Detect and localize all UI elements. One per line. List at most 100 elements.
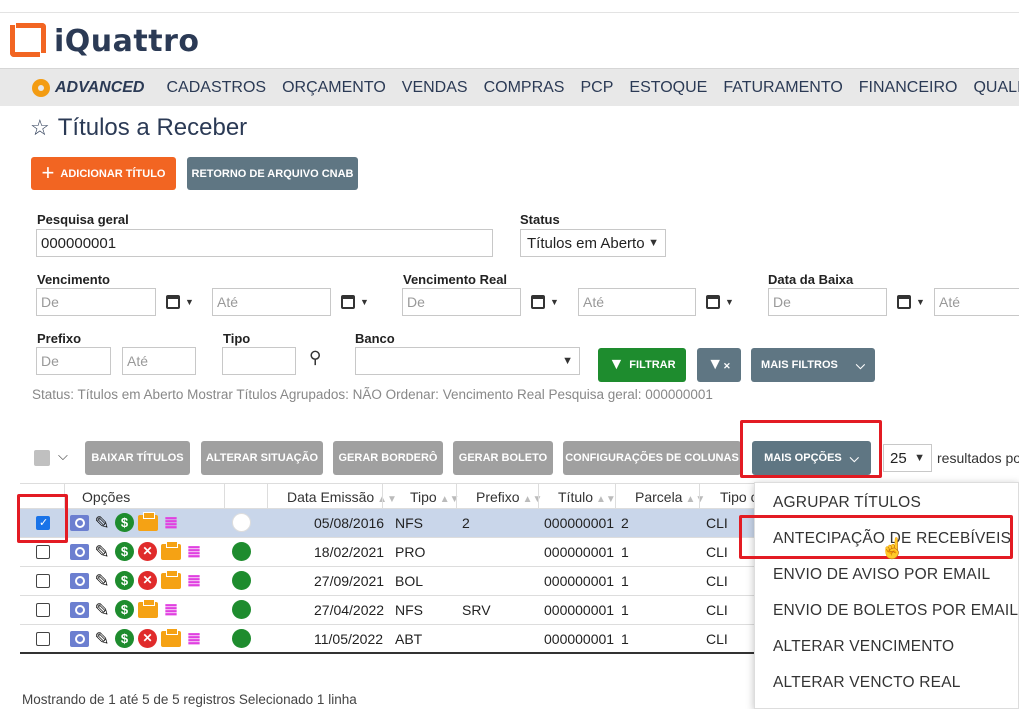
calendar-picker[interactable]: ▼ (341, 295, 369, 309)
status-indicator (232, 629, 251, 648)
page-size-select[interactable]: 25 ▼ (883, 444, 932, 472)
highlight-box (740, 420, 882, 478)
calendar-picker[interactable]: ▼ (897, 295, 925, 309)
col-tipo[interactable]: Tipo ▲▼ (410, 489, 460, 505)
calendar-picker[interactable]: ▼ (706, 295, 734, 309)
general-search-input[interactable]: 000000001 (36, 229, 493, 257)
document-add-icon[interactable]: ≣ (162, 600, 180, 619)
tipo-input[interactable] (222, 347, 296, 375)
alterar-situacao-button[interactable]: ALTERAR SITUAÇÃO (201, 441, 323, 475)
document-add-icon[interactable]: ≣ (162, 513, 180, 532)
edit-icon[interactable]: ✎ (93, 514, 111, 532)
nav-item-financeiro[interactable]: FINANCEIRO (859, 79, 958, 97)
col-prefixo[interactable]: Prefixo ▲▼ (476, 489, 542, 505)
menu-item-alterar-vencimento[interactable]: ALTERAR VENCIMENTO (773, 638, 954, 656)
vencimento-ate-input[interactable]: Até (212, 288, 331, 316)
cell-tipo-c: CLI (706, 515, 728, 531)
edit-icon[interactable]: ✎ (93, 630, 111, 648)
gerar-bordero-button[interactable]: GERAR BORDERÔ (333, 441, 443, 475)
cancel-icon[interactable]: ✕ (138, 571, 157, 590)
vencimento-de-input[interactable]: De (36, 288, 156, 316)
dollar-icon[interactable]: $ (115, 600, 134, 619)
star-icon[interactable]: ☆ (30, 115, 50, 141)
more-filters-button[interactable]: MAIS FILTROS ⌵ (751, 348, 875, 382)
nav-item-orcamento[interactable]: ORÇAMENTO (282, 79, 386, 97)
vencimento-real-de-input[interactable]: De (402, 288, 521, 316)
menu-item-agrupar[interactable]: AGRUPAR TÍTULOS (773, 494, 921, 512)
row-checkbox[interactable] (36, 574, 50, 588)
col-opcoes: Opções (82, 489, 131, 505)
gerar-boleto-button[interactable]: GERAR BOLETO (453, 441, 553, 475)
calendar-picker[interactable]: ▼ (166, 295, 194, 309)
document-add-icon[interactable]: ≣ (185, 571, 203, 590)
row-checkbox[interactable] (36, 632, 50, 646)
select-all-checkbox[interactable] (34, 450, 50, 466)
col-titulo[interactable]: Título ▲▼ (558, 489, 616, 505)
edit-icon[interactable]: ✎ (93, 601, 111, 619)
nav-item-cadastros[interactable]: CADASTROS (166, 79, 266, 97)
clear-filter-icon: ▼✕ (707, 356, 731, 373)
col-tipo-c[interactable]: Tipo c (720, 489, 758, 505)
document-add-icon[interactable]: ≣ (185, 629, 203, 648)
print-icon[interactable] (161, 627, 181, 647)
cnab-return-button[interactable]: RETORNO DE ARQUIVO CNAB (187, 157, 358, 190)
cell-titulo: 000000001 (544, 631, 615, 647)
logo-text: iQuattro (54, 23, 200, 59)
menu-item-aviso-email[interactable]: ENVIO DE AVISO POR EMAIL (773, 566, 990, 584)
nav-brand[interactable]: ADVANCED (32, 78, 144, 97)
print-icon[interactable] (138, 598, 158, 618)
clear-filter-button[interactable]: ▼✕ (697, 348, 741, 382)
nav-item-qualidade[interactable]: QUALIDADE (973, 79, 1019, 97)
nav-item-compras[interactable]: COMPRAS (484, 79, 565, 97)
vencimento-real-ate-input[interactable]: Até (578, 288, 696, 316)
nav-item-estoque[interactable]: ESTOQUE (629, 79, 707, 97)
print-icon[interactable] (161, 540, 181, 560)
print-icon[interactable] (138, 511, 158, 531)
view-icon[interactable] (70, 572, 89, 589)
nav-item-pcp[interactable]: PCP (580, 79, 613, 97)
edit-icon[interactable]: ✎ (93, 572, 111, 590)
row-checkbox[interactable] (36, 545, 50, 559)
dollar-icon[interactable]: $ (115, 629, 134, 648)
menu-item-alterar-vencto-real[interactable]: ALTERAR VENCTO REAL (773, 674, 961, 692)
document-add-icon[interactable]: ≣ (185, 542, 203, 561)
dollar-icon[interactable]: $ (115, 571, 134, 590)
view-icon[interactable] (70, 543, 89, 560)
nav-item-vendas[interactable]: VENDAS (402, 79, 468, 97)
view-icon[interactable] (70, 514, 89, 531)
cell-data-emissao: 11/05/2022 (314, 631, 384, 647)
cancel-icon[interactable]: ✕ (138, 629, 157, 648)
view-icon[interactable] (70, 601, 89, 618)
config-colunas-button[interactable]: CONFIGURAÇÕES DE COLUNAS (563, 441, 741, 475)
data-baixa-de-input[interactable]: De (768, 288, 887, 316)
filter-button[interactable]: ▼ FILTRAR (598, 348, 686, 382)
general-search-label: Pesquisa geral (37, 212, 129, 227)
nav-item-faturamento[interactable]: FATURAMENTO (723, 79, 842, 97)
col-parcela[interactable]: Parcela ▲▼ (635, 489, 705, 505)
row-checkbox[interactable] (36, 603, 50, 617)
banco-select[interactable]: ▼ (355, 347, 580, 375)
print-icon[interactable] (161, 569, 181, 589)
caret-down-icon: ▼ (916, 297, 925, 307)
prefixo-de-input[interactable]: De (36, 347, 111, 375)
status-select[interactable]: Títulos em Aberto ▼ (520, 229, 666, 257)
search-icon[interactable]: ⚲ (309, 348, 321, 368)
menu-item-boletos-email[interactable]: ENVIO DE BOLETOS POR EMAIL (773, 602, 1018, 620)
chevron-down-icon[interactable]: ⌵ (58, 448, 68, 464)
baixar-titulos-button[interactable]: BAIXAR TÍTULOS (85, 441, 190, 475)
edit-icon[interactable]: ✎ (93, 543, 111, 561)
logo[interactable]: iQuattro (10, 22, 199, 60)
dollar-icon[interactable]: $ (115, 542, 134, 561)
add-title-button[interactable]: + ADICIONAR TÍTULO (31, 157, 176, 190)
chevron-down-icon: ▼ (914, 452, 925, 464)
top-divider (0, 12, 1019, 13)
dollar-icon[interactable]: $ (115, 513, 134, 532)
data-baixa-ate-input[interactable]: Até (934, 288, 1019, 316)
view-icon[interactable] (70, 630, 89, 647)
status-label: Status (520, 212, 560, 227)
col-data-emissao[interactable]: Data Emissão ▲▼ (287, 489, 397, 505)
prefixo-ate-input[interactable]: Até (122, 347, 196, 375)
calendar-picker[interactable]: ▼ (531, 295, 559, 309)
cancel-icon[interactable]: ✕ (138, 542, 157, 561)
status-indicator (232, 600, 251, 619)
